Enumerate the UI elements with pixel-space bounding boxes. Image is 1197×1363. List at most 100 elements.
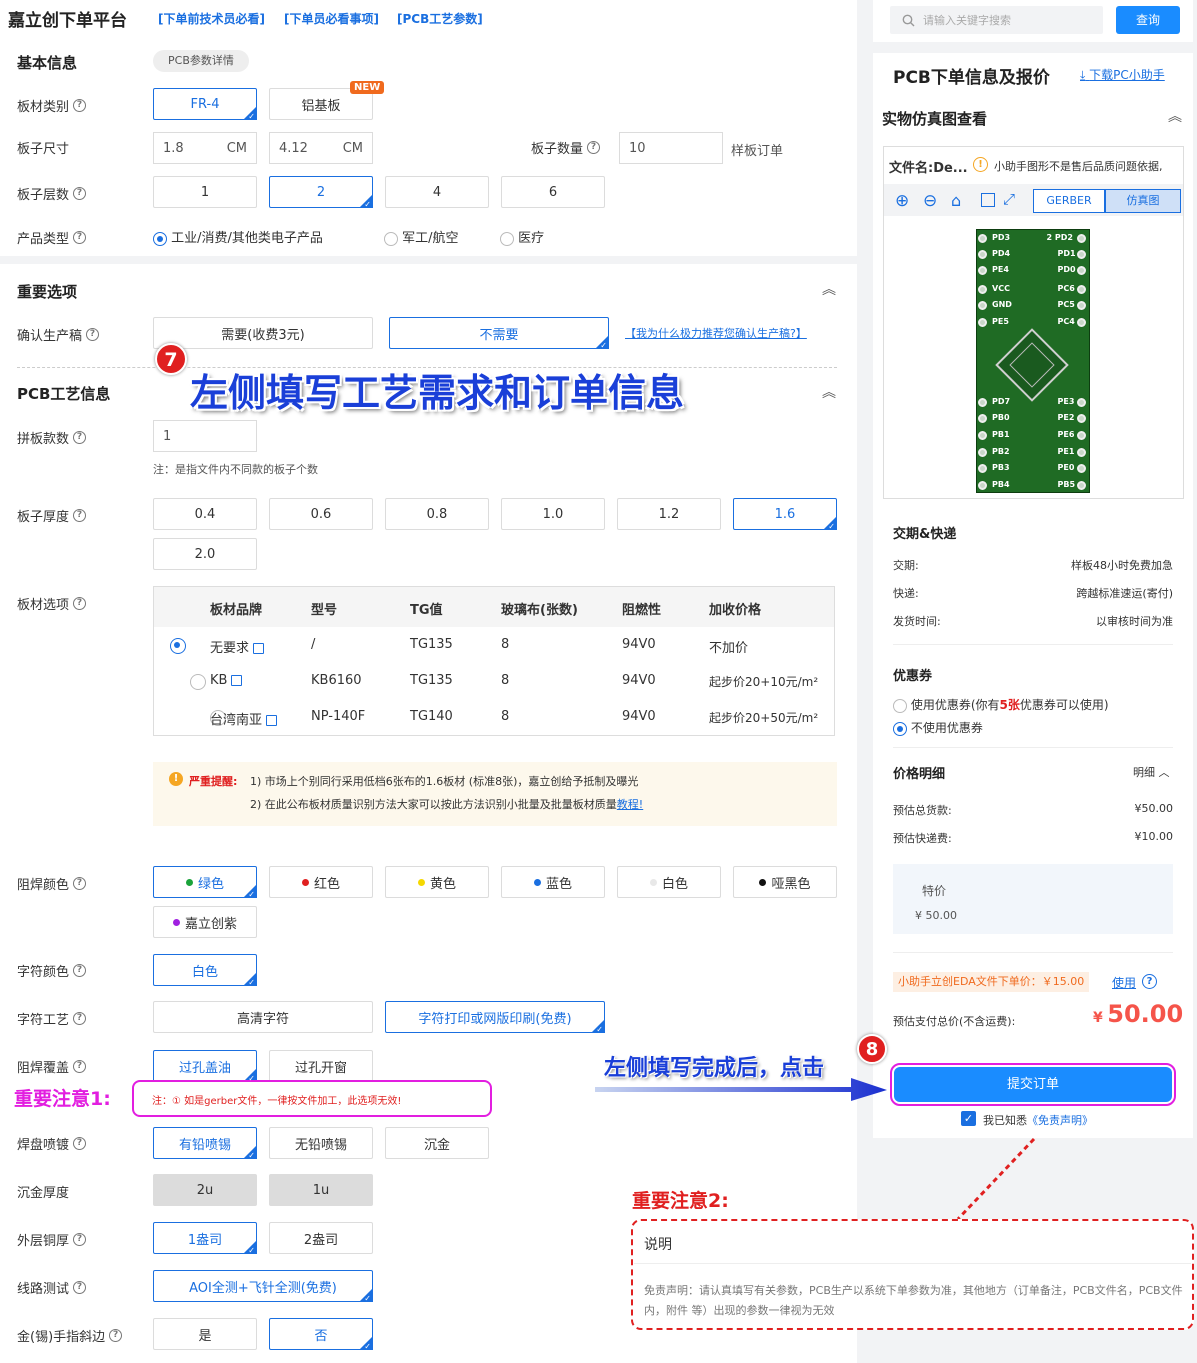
- agree-checkbox[interactable]: ✓: [961, 1111, 976, 1126]
- pcb-detail-tag[interactable]: PCB参数详情: [153, 50, 249, 72]
- pad-leadfree[interactable]: 无铅喷锡: [269, 1127, 373, 1159]
- thickness-0.6[interactable]: 0.6: [269, 498, 373, 530]
- help-icon[interactable]: ?: [73, 509, 87, 522]
- product-medical[interactable]: 医疗: [500, 227, 544, 246]
- product-industrial[interactable]: 工业/消费/其他类电子产品: [153, 227, 323, 246]
- price-detail-toggle[interactable]: 明细 ︿: [1133, 764, 1170, 780]
- help-icon[interactable]: ?: [73, 1281, 87, 1294]
- panel-count-input[interactable]: 1: [153, 420, 257, 452]
- help-icon[interactable]: ?: [73, 1233, 87, 1246]
- collapse-icon[interactable]: ︽: [822, 382, 836, 402]
- fullscreen-icon[interactable]: ⤢: [1003, 190, 1015, 208]
- help-icon[interactable]: ?: [73, 431, 87, 444]
- link-order-notice[interactable]: [下单员必看事项]: [284, 10, 379, 27]
- total-currency: ¥: [1093, 1010, 1103, 1026]
- help-icon[interactable]: ?: [73, 1137, 87, 1150]
- copper-1oz[interactable]: 1盎司: [153, 1222, 257, 1255]
- collapse-icon[interactable]: ︽: [1168, 106, 1182, 126]
- fit-icon[interactable]: [981, 193, 995, 207]
- help-icon[interactable]: ?: [73, 964, 87, 977]
- size-width-input[interactable]: 1.8 CM: [153, 132, 257, 164]
- silk-hd[interactable]: 高清字符: [153, 1001, 373, 1033]
- image-icon[interactable]: [231, 675, 243, 686]
- copper-2oz[interactable]: 2盎司: [269, 1222, 373, 1254]
- cover-open[interactable]: 过孔开窗: [269, 1050, 373, 1082]
- silk-print[interactable]: 字符打印或网版印刷(免费): [385, 1001, 605, 1034]
- help-icon[interactable]: ?: [73, 1012, 87, 1025]
- thickness-2.0[interactable]: 2.0: [153, 538, 257, 570]
- mask-purple-text: 嘉立创紫: [184, 916, 237, 932]
- help-icon[interactable]: ?: [73, 877, 87, 890]
- warning-title: 严重提醒:: [189, 775, 238, 788]
- size-height-input[interactable]: 4.12 CM: [269, 132, 373, 164]
- layer-6[interactable]: 6: [501, 176, 605, 208]
- search-button[interactable]: 查询: [1116, 6, 1180, 34]
- mask-green[interactable]: 绿色: [153, 866, 257, 899]
- link-tech-notice[interactable]: [下单前技术员必看]: [158, 10, 265, 27]
- layers-label: 板子层数?: [17, 184, 87, 203]
- help-icon[interactable]: ?: [73, 231, 87, 244]
- thickness-0.4[interactable]: 0.4: [153, 498, 257, 530]
- mask-blue[interactable]: 蓝色: [501, 866, 605, 898]
- search-input[interactable]: 请输入关键字搜索: [890, 6, 1103, 34]
- help-icon[interactable]: ?: [73, 1060, 87, 1073]
- coupon-use[interactable]: 使用优惠券(你有5张优惠券可以使用): [893, 696, 1109, 713]
- row-radio[interactable]: [170, 638, 186, 654]
- finger-yes[interactable]: 是: [153, 1318, 257, 1350]
- cover-note: 注：① 如是gerber文件，一律按文件加工，此选项无效!: [152, 1096, 402, 1107]
- collapse-icon[interactable]: ︽: [822, 279, 836, 299]
- pad-enig[interactable]: 沉金: [385, 1127, 489, 1159]
- tab-gerber[interactable]: GERBER: [1033, 189, 1105, 213]
- mask-red[interactable]: 红色: [269, 866, 373, 898]
- cover-tented[interactable]: 过孔盖油: [153, 1050, 257, 1083]
- thickness-1.2[interactable]: 1.2: [617, 498, 721, 530]
- help-icon[interactable]: ?: [109, 1329, 123, 1342]
- help-icon[interactable]: ?: [1142, 974, 1157, 989]
- mask-yellow[interactable]: 黄色: [385, 866, 489, 898]
- download-link[interactable]: ⤓ 下载PC小助手: [1080, 66, 1165, 83]
- thickness-0.8[interactable]: 0.8: [385, 498, 489, 530]
- thickness-1.6[interactable]: 1.6: [733, 498, 837, 531]
- help-icon[interactable]: ?: [73, 597, 87, 610]
- layer-1[interactable]: 1: [153, 176, 257, 208]
- tab-simulation[interactable]: 仿真图: [1105, 189, 1181, 213]
- qty-input[interactable]: 10: [619, 132, 723, 164]
- mask-matte-black[interactable]: 哑黑色: [733, 866, 837, 898]
- mask-white[interactable]: 白色: [617, 866, 721, 898]
- silk-color-label-text: 字符颜色: [17, 965, 70, 980]
- disclaimer-link[interactable]: 《免责声明》: [1027, 1114, 1093, 1127]
- eda-use-link[interactable]: 使用: [1112, 974, 1136, 991]
- mask-yellow-text: 黄色: [429, 876, 456, 892]
- home-icon[interactable]: ⌂: [951, 191, 961, 210]
- pcb-pin-label: PE3: [1057, 397, 1075, 406]
- confirm-no[interactable]: 不需要: [389, 317, 609, 350]
- submit-order-button[interactable]: 提交订单: [894, 1067, 1172, 1102]
- pad-leaded[interactable]: 有铅喷锡: [153, 1127, 257, 1160]
- link-pcb-params[interactable]: [PCB工艺参数]: [397, 10, 483, 27]
- layer-2[interactable]: 2: [269, 176, 373, 209]
- zoom-in-icon[interactable]: ⊕: [895, 191, 909, 211]
- help-icon[interactable]: ?: [73, 99, 87, 112]
- why-confirm-link[interactable]: 【我为什么极力推荐您确认生产稿?】: [625, 325, 807, 341]
- sim-filename: 文件名:De...: [889, 161, 968, 176]
- color-dot: [649, 878, 657, 886]
- help-icon[interactable]: ?: [86, 328, 100, 341]
- warning-line2-text: 2) 在此公布板材质量识别方法大家可以按此方法识别小批量及批量板材质量: [250, 798, 617, 811]
- zoom-out-icon[interactable]: ⊖: [923, 191, 937, 211]
- coupon-none[interactable]: 不使用优惠券: [893, 719, 983, 736]
- help-icon[interactable]: ?: [587, 141, 601, 154]
- layer-4[interactable]: 4: [385, 176, 489, 208]
- finger-no[interactable]: 否: [269, 1318, 373, 1351]
- material-fr4[interactable]: FR-4: [153, 88, 257, 121]
- image-icon[interactable]: [266, 715, 278, 726]
- test-aoi-flying[interactable]: AOI全测+飞针全测(免费): [153, 1270, 373, 1303]
- mask-purple[interactable]: 嘉立创紫: [153, 906, 257, 938]
- tutorial-link[interactable]: 教程!: [617, 798, 643, 811]
- confirm-yes[interactable]: 需要(收费3元): [153, 317, 373, 349]
- product-military[interactable]: 军工/航空: [384, 227, 459, 246]
- thickness-1.0[interactable]: 1.0: [501, 498, 605, 530]
- info-icon: !: [973, 157, 988, 172]
- image-icon[interactable]: [253, 643, 265, 654]
- help-icon[interactable]: ?: [73, 187, 87, 200]
- silk-white[interactable]: 白色: [153, 954, 257, 987]
